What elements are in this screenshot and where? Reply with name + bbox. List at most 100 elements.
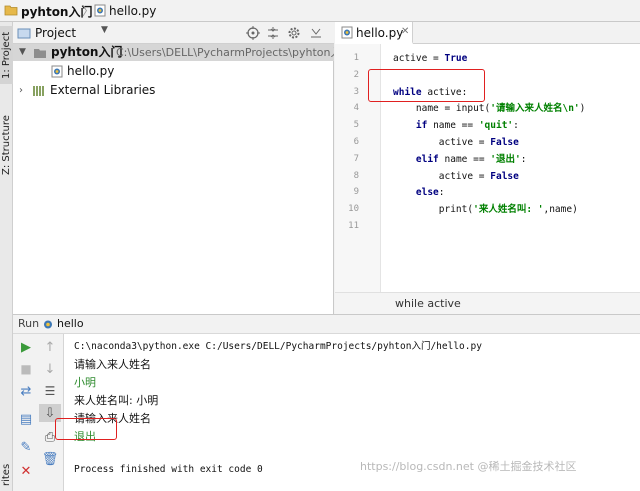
code-string: 'quit' [478, 120, 514, 132]
line-number: 8 [353, 170, 359, 181]
folder-icon [4, 4, 18, 16]
code-text: active = False [393, 134, 519, 151]
code-token: ,name) [543, 204, 578, 216]
run-config-name[interactable]: hello [57, 317, 84, 330]
folder-icon [33, 47, 47, 59]
line-number: 5 [353, 120, 359, 131]
rerun-icon[interactable]: ⇄ [17, 382, 35, 400]
code-line[interactable]: 6 active = False [335, 134, 640, 151]
soft-wrap-icon[interactable]: ☰ [41, 382, 59, 400]
line-number: 6 [353, 137, 359, 147]
line-number: 3 [353, 86, 359, 97]
code-line[interactable]: 10 print('来人姓名叫: ',name) [335, 201, 640, 218]
editor-tab-label: hello.py [356, 26, 404, 40]
python-file-icon [42, 318, 54, 331]
line-number: 7 [353, 153, 359, 164]
watermark-text: https://blog.csdn.net @稀土掘金技术社区 [360, 460, 577, 473]
python-file-icon [341, 26, 353, 39]
run-panel-label: Run [18, 317, 40, 330]
code-keyword: False [490, 137, 519, 148]
pin-icon[interactable]: ✎ [17, 438, 35, 456]
highlight-box-while [368, 69, 485, 102]
left-tool-strip: 1: Project Z: Structure rites [0, 22, 13, 491]
tree-external-name: External Libraries [50, 83, 156, 97]
code-keyword: True [444, 53, 468, 64]
run-console[interactable]: C:\naconda3\python.exe C:/Users/DELL/Pyc… [55, 334, 640, 491]
code-keyword: False [490, 170, 519, 182]
chevron-right-icon[interactable]: › [19, 82, 23, 99]
layout-icon[interactable]: ▤ [17, 410, 35, 428]
tree-file-row[interactable]: hello.py [13, 63, 334, 80]
highlight-box-quit-input [55, 418, 117, 440]
project-view-icon [17, 27, 31, 39]
close-icon[interactable]: ✕ [17, 462, 35, 480]
tree-external-row[interactable]: › External Libraries [13, 82, 334, 99]
code-string: '请输入来人姓名\n' [490, 103, 580, 115]
code-line[interactable]: 4 name = input('请输入来人姓名\n') [335, 100, 640, 117]
arrow-down-icon[interactable]: ↓ [41, 360, 59, 378]
locate-target-icon[interactable] [246, 26, 260, 40]
code-token: : [513, 120, 519, 132]
code-text: name = input('请输入来人姓名\n') [393, 100, 585, 117]
nav-file-link[interactable]: hello.py [109, 4, 156, 18]
console-line: 来人姓名叫: 小明 [74, 394, 159, 407]
code-text: if name == 'quit': [393, 117, 519, 134]
library-icon [32, 84, 46, 97]
code-text: print('来人姓名叫: ',name) [393, 201, 578, 218]
editor-breadcrumb[interactable]: while active [395, 297, 461, 310]
arrow-up-icon[interactable]: ↑ [41, 338, 59, 356]
close-icon[interactable]: ✕ [401, 26, 409, 37]
tree-file-name: hello.py [67, 64, 115, 78]
chevron-down-icon[interactable]: ▼ [101, 25, 108, 35]
code-string: '退出' [490, 153, 521, 165]
code-line[interactable]: 8 active = False [335, 168, 640, 185]
code-line[interactable]: 1 active = True [335, 50, 640, 67]
console-line: C:\naconda3\python.exe C:/Users/DELL/Pyc… [74, 341, 482, 352]
code-token: active = [393, 53, 445, 64]
project-view-selector[interactable]: Project [35, 26, 76, 40]
code-keyword: if [415, 120, 428, 132]
code-token: print( [438, 204, 474, 216]
collapse-all-icon[interactable] [266, 26, 280, 40]
structure-tool-tab[interactable]: Z: Structure [0, 106, 13, 184]
code-token: name == [438, 153, 491, 165]
console-line: Process finished with exit code 0 [74, 464, 263, 475]
nav-separator-icon: 〉 [82, 4, 95, 18]
python-file-icon [51, 65, 63, 78]
code-line[interactable]: 11 [335, 218, 640, 235]
code-token: active = [438, 137, 491, 148]
run-toolbar: ▶ ■ ⇄ ▤ ✎ ✕ ↑ ↓ ☰ ⇩ ⎙ 🗑 [13, 334, 64, 491]
code-token: : [520, 153, 527, 165]
code-text: active = False [393, 168, 519, 185]
code-line[interactable]: 9 else: [335, 184, 640, 201]
code-token: ) [579, 103, 586, 115]
console-line: 请输入来人姓名 [74, 358, 151, 371]
favorites-tool-tab[interactable]: rites [0, 462, 13, 488]
line-number: 10 [348, 204, 359, 215]
navigation-bar: pyhton入门 〉 hello.py [0, 0, 640, 22]
run-play-icon[interactable]: ▶ [17, 338, 35, 356]
project-tool-tab[interactable]: 1: Project [0, 26, 13, 84]
code-line[interactable]: 7 elif name == '退出': [335, 151, 640, 168]
line-number: 9 [353, 187, 359, 198]
project-panel: Project ▼ ▼ pyhton入门 C:\Users\DELL\Pycha… [13, 22, 334, 314]
tree-root-path: C:\Users\DELL\PycharmProjects\pyhton入门 [116, 46, 334, 59]
trash-icon[interactable]: 🗑 [41, 450, 59, 468]
code-token: name == [427, 120, 479, 132]
code-text: elif name == '退出': [393, 151, 527, 168]
editor-tab-hello[interactable]: hello.py ✕ [335, 22, 413, 44]
stop-icon[interactable]: ■ [17, 360, 35, 378]
hide-panel-icon[interactable] [309, 26, 323, 40]
tree-root-row[interactable]: ▼ pyhton入门 C:\Users\DELL\PycharmProjects… [13, 44, 334, 61]
chevron-down-icon[interactable]: ▼ [19, 44, 26, 61]
code-line[interactable]: 5 if name == 'quit': [335, 117, 640, 134]
line-number: 4 [353, 103, 359, 114]
editor-tab-bar: hello.py ✕ [335, 22, 640, 44]
gear-icon[interactable] [287, 26, 301, 40]
